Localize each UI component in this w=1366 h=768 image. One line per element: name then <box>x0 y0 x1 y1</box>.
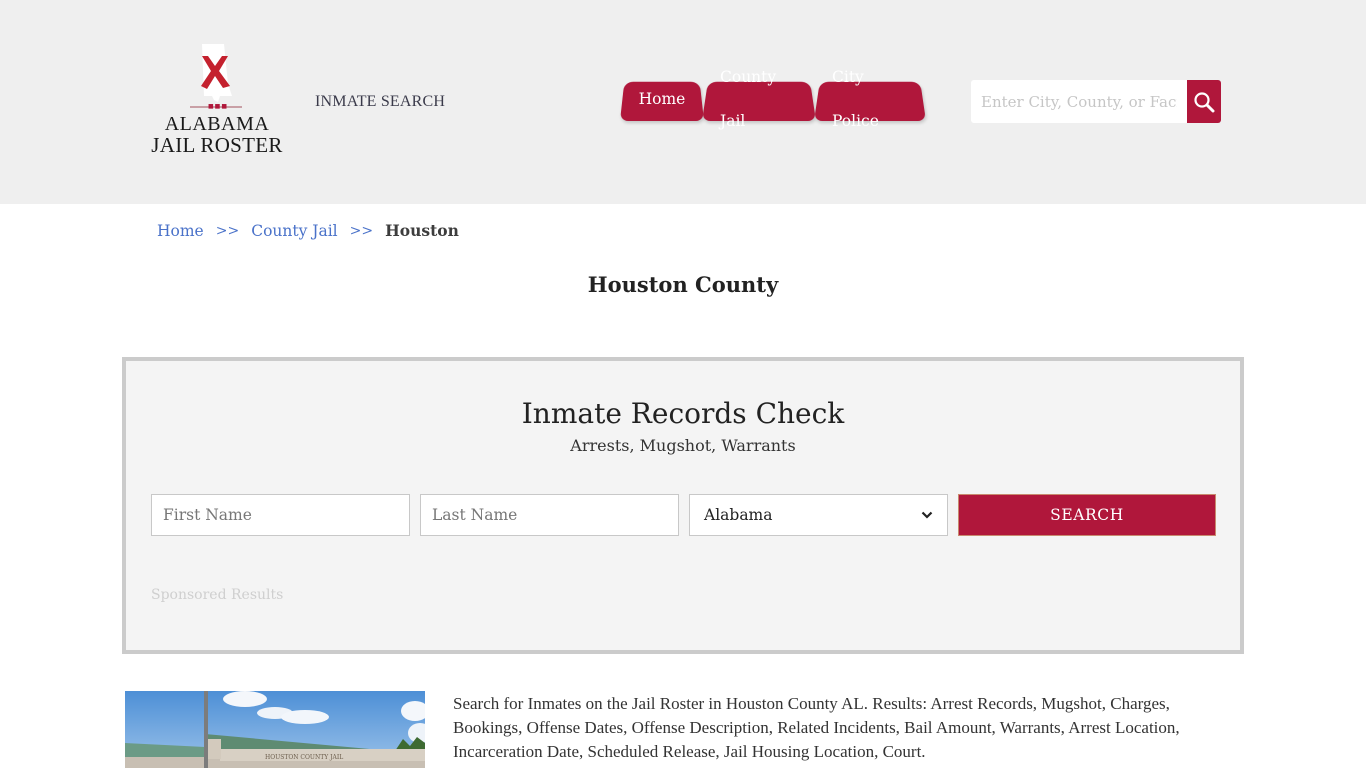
alabama-state-flag-icon <box>201 44 232 102</box>
breadcrumb-separator: >> <box>349 222 374 239</box>
inmate-search-link[interactable]: INMATE SEARCH <box>315 93 445 111</box>
panel-subtitle: Arrests, Mugshot, Warrants <box>570 436 796 455</box>
facility-description: Search for Inmates on the Jail Roster in… <box>453 694 1180 761</box>
breadcrumb-separator: >> <box>215 222 240 239</box>
search-form: Alabama SEARCH <box>151 494 1216 536</box>
nav-tab-county-jail[interactable]: County Jail <box>702 68 816 130</box>
panel-title: Inmate Records Check <box>521 397 845 430</box>
breadcrumb: Home >> County Jail >> Houston <box>157 221 459 240</box>
first-name-input[interactable] <box>151 494 410 536</box>
logo-text: ALABAMA JAIL ROSTER <box>150 114 284 156</box>
search-icon <box>1194 91 1215 112</box>
sponsored-results-label: Sponsored Results <box>151 587 284 603</box>
state-select[interactable]: Alabama <box>689 494 948 536</box>
main-nav: Home County Jail City Police <box>620 68 926 130</box>
last-name-input[interactable] <box>420 494 679 536</box>
site-search <box>971 80 1221 123</box>
jail-building-image: HOUSTON COUNTY JAIL <box>125 691 425 768</box>
logo-line-2: JAIL ROSTER <box>151 133 283 157</box>
state-select-value: Alabama <box>704 506 773 524</box>
site-search-button[interactable] <box>1187 80 1221 123</box>
site-header: ■■■ ALABAMA JAIL ROSTER INMATE SEARCH Ho… <box>0 0 1366 204</box>
logo-dots: ■■■ <box>208 103 229 110</box>
logo-line-1: ALABAMA <box>164 113 270 135</box>
nav-tab-label: City Police <box>832 68 879 130</box>
nav-tab-label: Home <box>638 90 686 108</box>
breadcrumb-current: Houston <box>385 221 459 240</box>
chevron-down-icon <box>921 511 933 519</box>
inmate-records-panel: Inmate Records Check Arrests, Mugshot, W… <box>122 357 1244 654</box>
nav-tab-city-police[interactable]: City Police <box>814 68 926 130</box>
search-button[interactable]: SEARCH <box>958 494 1216 536</box>
nav-tab-home[interactable]: Home <box>620 77 704 121</box>
jail-photo: HOUSTON COUNTY JAIL <box>125 691 425 768</box>
page-title: Houston County <box>587 272 779 297</box>
breadcrumb-home[interactable]: Home <box>157 222 204 240</box>
breadcrumb-county-jail[interactable]: County Jail <box>251 222 337 240</box>
jail-sign-text: HOUSTON COUNTY JAIL <box>265 754 343 761</box>
nav-tab-label: County Jail <box>720 68 777 130</box>
site-search-input[interactable] <box>971 80 1187 123</box>
site-logo[interactable]: ■■■ ALABAMA JAIL ROSTER <box>150 44 284 162</box>
